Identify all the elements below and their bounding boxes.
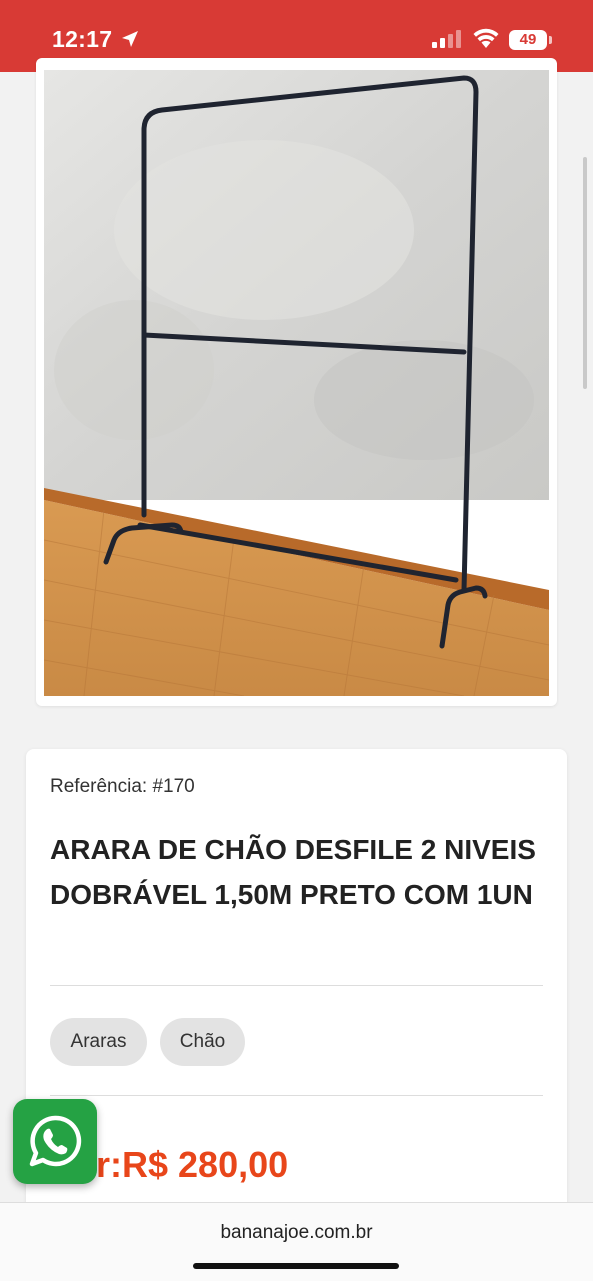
whatsapp-icon [29,1115,82,1167]
divider [50,1095,543,1096]
cellular-signal-icon [432,30,461,48]
divider [50,985,543,986]
url-text[interactable]: bananajoe.com.br [0,1222,593,1244]
tag-label: Araras [70,1031,127,1052]
product-info-card: Referência: #170 ARARA DE CHÃO DESFILE 2… [26,749,567,1269]
battery-icon: 49 [509,30,547,50]
product-image[interactable] [44,70,549,696]
product-reference: Referência: #170 [50,776,195,797]
product-image-card [36,58,557,706]
location-arrow-icon [122,31,138,47]
browser-url-bar[interactable]: bananajoe.com.br [0,1202,593,1281]
battery-tip [549,36,552,44]
product-title: ARARA DE CHÃO DESFILE 2 NIVEIS DOBRÁVEL … [50,834,536,910]
whatsapp-button[interactable] [13,1099,97,1184]
home-indicator[interactable] [193,1263,399,1269]
wifi-icon [473,28,499,48]
tag-araras[interactable]: Araras [50,1018,147,1066]
tag-chao[interactable]: Chão [160,1018,245,1066]
status-time: 12:17 [52,26,113,52]
price-label: r: [96,1144,122,1185]
battery-level: 49 [519,31,537,48]
tag-label: Chão [179,1031,226,1052]
product-price: R$ 280,00 [122,1144,289,1185]
scroll-indicator[interactable] [583,157,587,389]
